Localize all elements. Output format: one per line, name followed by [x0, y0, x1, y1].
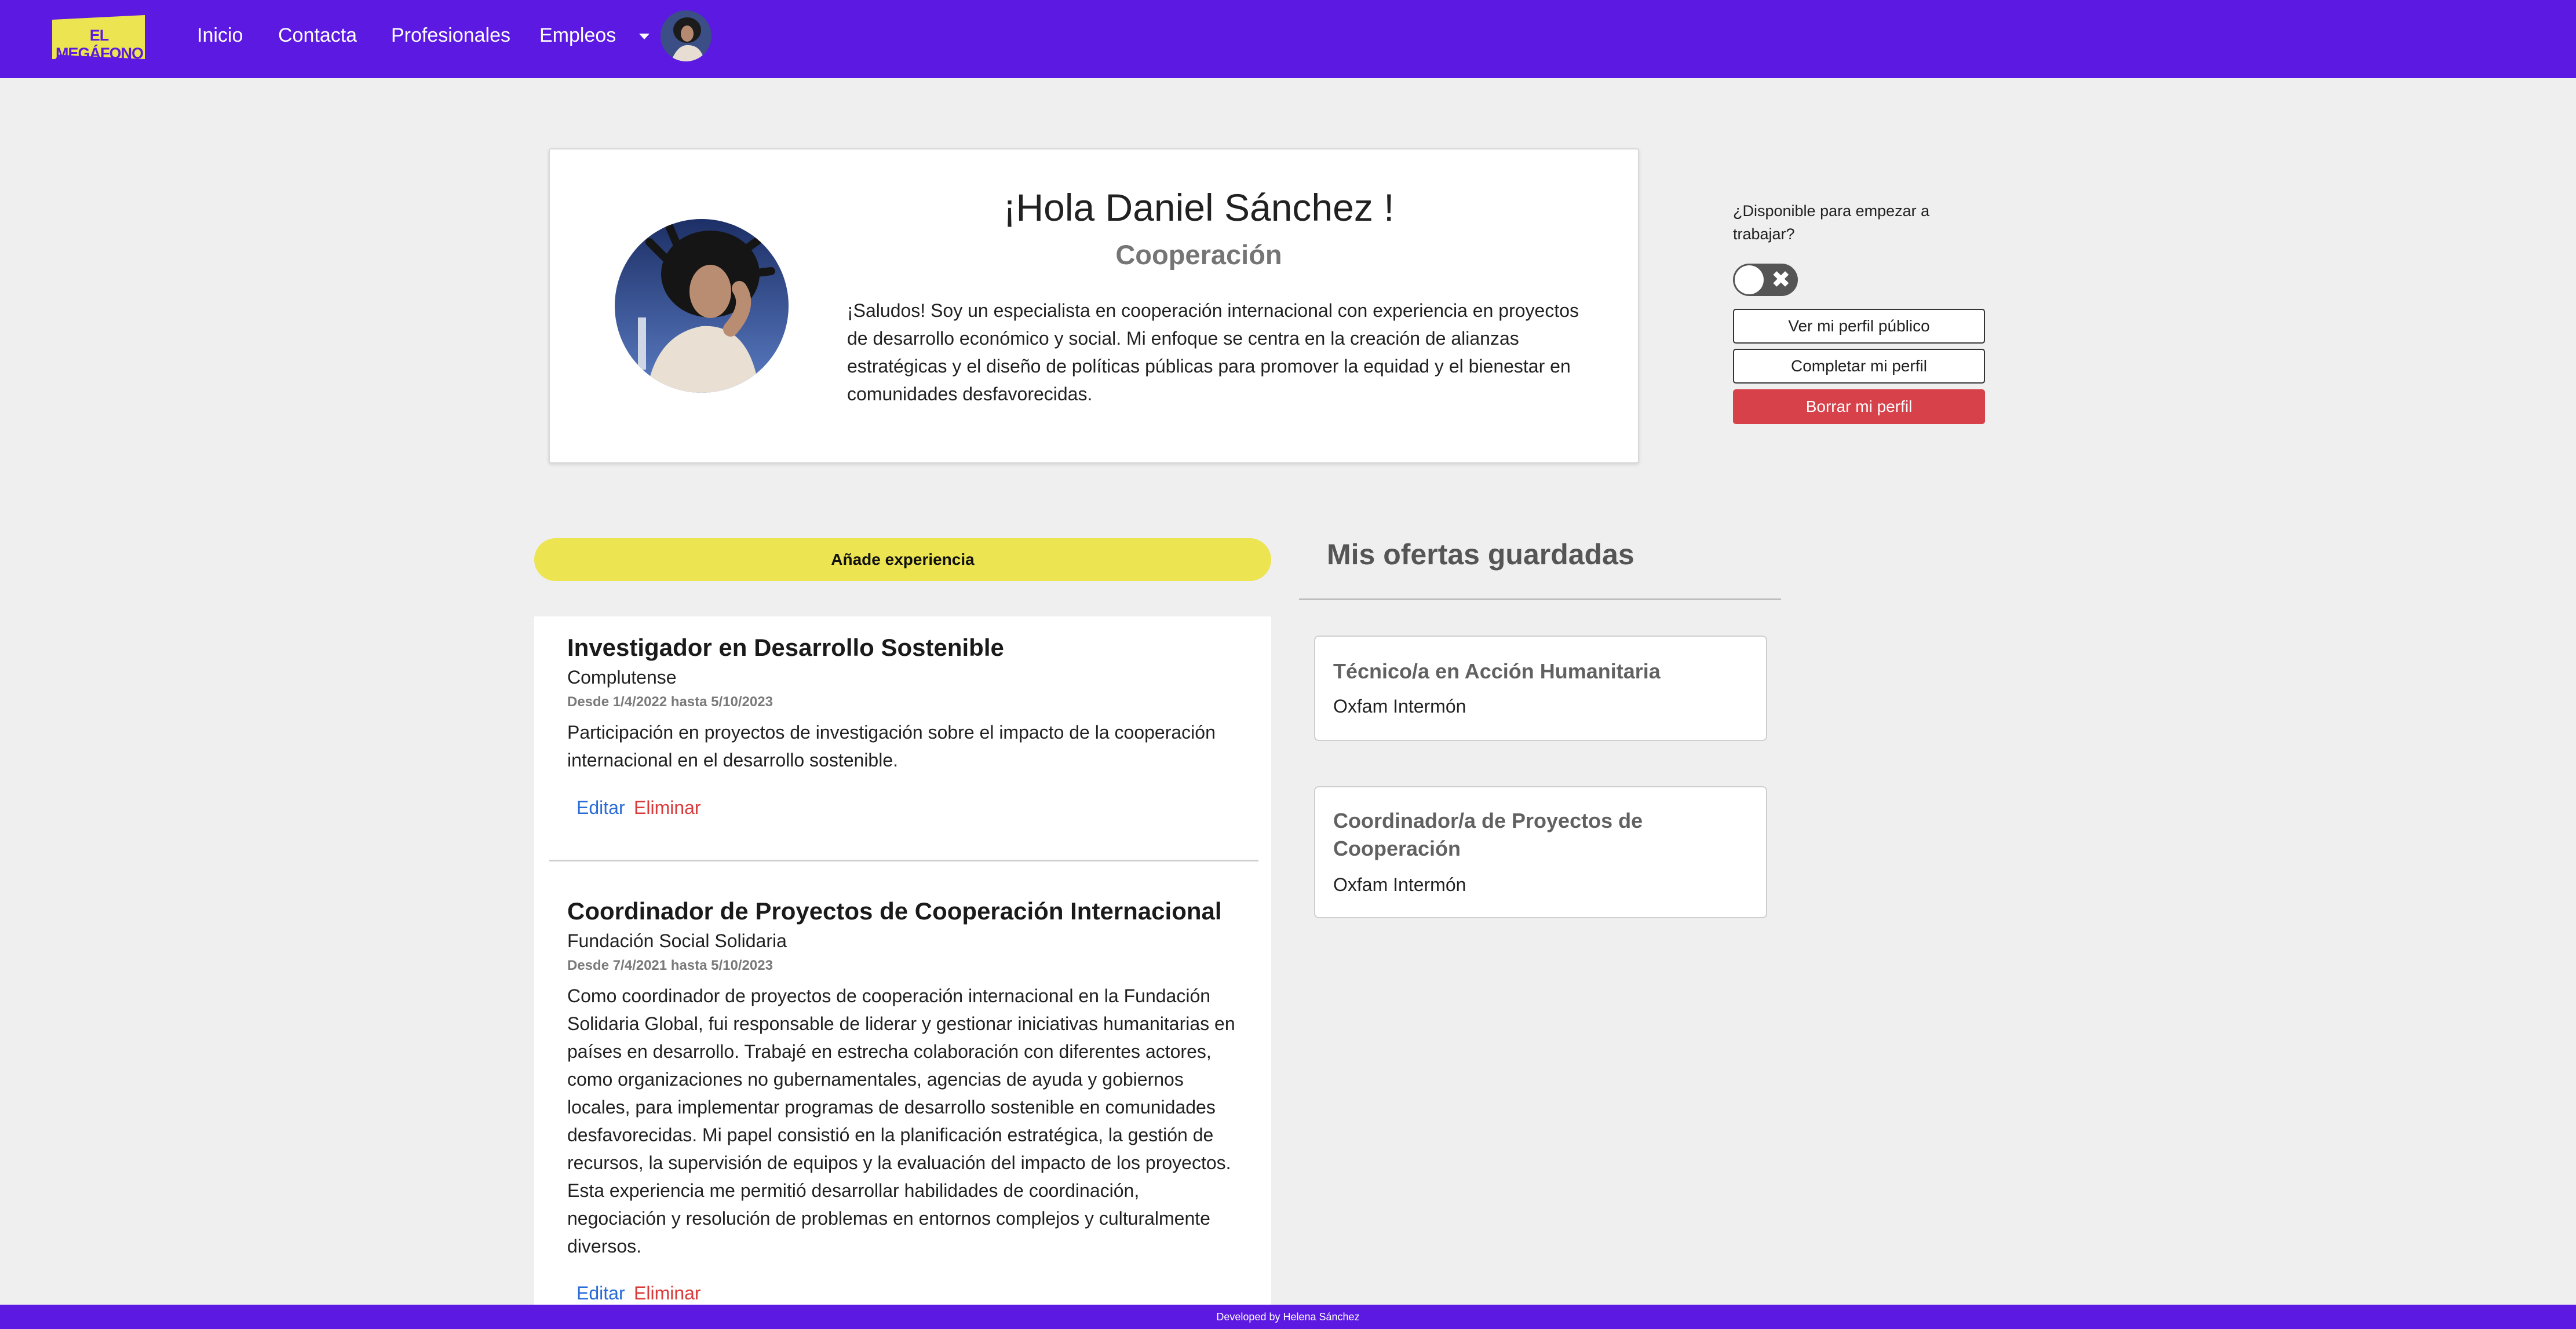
experience-description: Participación en proyectos de investigac…	[567, 722, 1216, 771]
saved-offer-card[interactable]: Técnico/a en Acción Humanitaria Oxfam In…	[1314, 636, 1767, 741]
offer-company: Oxfam Intermón	[1333, 696, 1466, 717]
offer-title: Técnico/a en Acción Humanitaria	[1333, 659, 1661, 683]
profile-bio: ¡Saludos! Soy un especialista en coopera…	[847, 300, 1579, 404]
close-icon: ✖	[1771, 267, 1791, 293]
profile-card: ¡Hola Daniel Sánchez ! Cooperación ¡Salu…	[549, 148, 1639, 463]
profile-greeting: ¡Hola Daniel Sánchez !	[1003, 186, 1395, 229]
experience-company: Fundación Social Solidaria	[567, 930, 787, 951]
experience-dates: Desde 7/4/2021 hasta 5/10/2023	[567, 958, 773, 973]
experience-description: Como coordinador de proyectos de coopera…	[567, 985, 1235, 1257]
profile-profession: Cooperación	[1115, 239, 1282, 270]
caret-down-icon[interactable]	[639, 34, 650, 39]
saved-offer-card[interactable]: Coordinador/a de Proyectos de Cooperació…	[1314, 786, 1767, 918]
experience-title: Investigador en Desarrollo Sostenible	[567, 634, 1004, 661]
experience-dates: Desde 1/4/2022 hasta 5/10/2023	[567, 694, 773, 710]
delete-profile-button[interactable]: Borrar mi perfil	[1733, 389, 1985, 424]
toggle-knob	[1735, 265, 1764, 294]
availability-label: ¿Disponible para empezar a trabajar?	[1733, 202, 1930, 243]
delete-experience-link[interactable]: Eliminar	[634, 797, 701, 819]
experience-company: Complutense	[567, 667, 677, 688]
nav-link-profesionales[interactable]: Profesionales	[391, 24, 510, 47]
offer-title: Coordinador/a de Proyectos de Cooperació…	[1333, 809, 1643, 860]
offer-company: Oxfam Intermón	[1333, 874, 1466, 895]
profile-photo-icon	[615, 219, 789, 393]
divider	[549, 860, 1258, 861]
add-experience-button[interactable]: Añade experiencia	[534, 538, 1271, 581]
experience-list: Investigador en Desarrollo Sostenible Co…	[534, 616, 1271, 1329]
nav-link-inicio[interactable]: Inicio	[197, 24, 243, 47]
edit-experience-link[interactable]: Editar	[577, 1283, 625, 1304]
profile-avatar	[615, 219, 789, 393]
footer: Developed by Helena Sánchez	[0, 1305, 2576, 1329]
divider	[1299, 598, 1781, 600]
delete-experience-link[interactable]: Eliminar	[634, 1283, 701, 1304]
logo-text: EL MEGÁFONO	[56, 27, 144, 62]
nav-user-avatar[interactable]	[661, 10, 711, 61]
nav-link-contacta[interactable]: Contacta	[278, 24, 357, 47]
view-public-profile-button[interactable]: Ver mi perfil público	[1733, 309, 1985, 344]
nav-link-empleos[interactable]: Empleos	[539, 24, 616, 47]
experience-title: Coordinador de Proyectos de Cooperación …	[567, 897, 1222, 925]
brand-logo[interactable]: EL MEGÁFONO	[52, 15, 145, 62]
complete-profile-button[interactable]: Completar mi perfil	[1733, 349, 1985, 384]
edit-experience-link[interactable]: Editar	[577, 797, 625, 819]
availability-toggle[interactable]: ✖	[1733, 264, 1798, 296]
saved-offers-title: Mis ofertas guardadas	[1327, 538, 1634, 571]
navbar: EL MEGÁFONO Inicio Contacta Profesionale…	[0, 0, 2576, 78]
user-avatar-icon	[661, 10, 711, 61]
